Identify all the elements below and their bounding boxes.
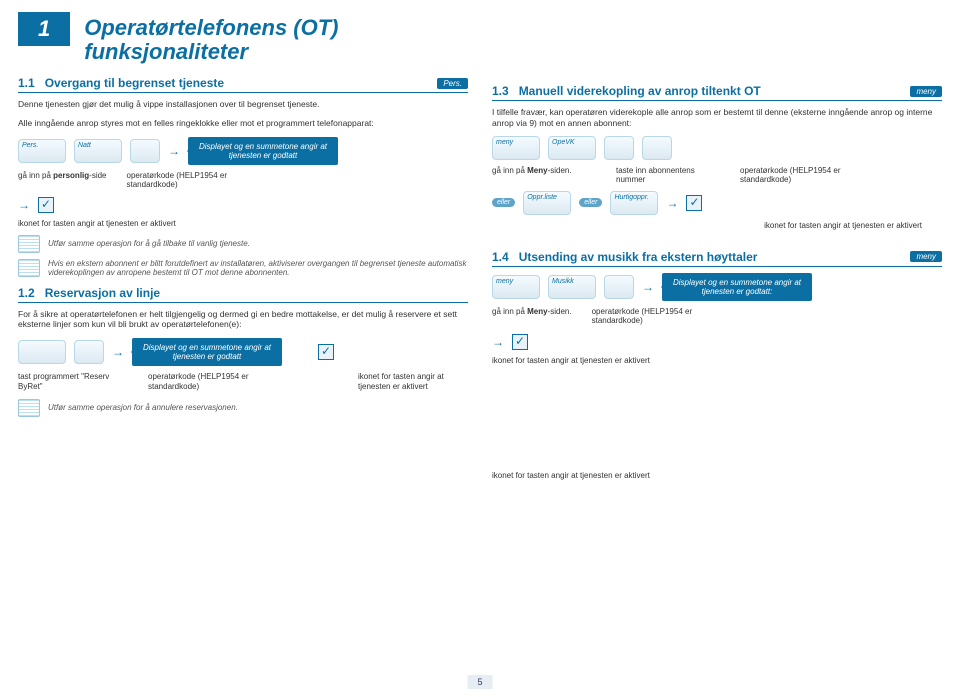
hurtigoppr-key-icon: Hurtigoppr. bbox=[610, 191, 658, 215]
opevk-key-icon: OpeVK bbox=[548, 136, 596, 160]
confirm-flow: → bbox=[18, 197, 468, 213]
section-number: 1.3 bbox=[492, 84, 509, 98]
right-column: 1.3 Manuell viderekopling av anrop tilte… bbox=[492, 12, 942, 486]
check-icon bbox=[512, 334, 528, 350]
section-1-1-header: 1.1 Overgang til begrenset tjeneste Pers… bbox=[18, 76, 468, 93]
alt-flow: eller Oppr.liste eller Hurtigoppr. → bbox=[492, 191, 942, 215]
left-column: 1 Operatørtelefonens (OT) funksjonalitet… bbox=[18, 12, 468, 486]
activated-caption: ikonet for tasten angir at tjenesten er … bbox=[358, 372, 468, 390]
keypad-icon bbox=[604, 136, 634, 160]
step-label: operatørkode (HELP1954 er standardkode) bbox=[592, 307, 702, 325]
or-pill: eller bbox=[492, 198, 515, 207]
step-label: operatørkode (HELP1954 er standardkode) bbox=[148, 372, 258, 390]
section-number: 1.1 bbox=[18, 76, 35, 90]
intro-text: For å sikre at operatørtelefonen er helt… bbox=[18, 309, 468, 330]
step-label: gå inn på Meny-siden. bbox=[492, 307, 572, 325]
meny-key-icon: meny bbox=[492, 136, 540, 160]
confirm-flow: → bbox=[492, 334, 942, 350]
note-repeat: Utfør samme operasjon for å gå tilbake t… bbox=[18, 235, 468, 253]
keypad-icon bbox=[74, 340, 104, 364]
step-label: taste inn abonnentens nummer bbox=[616, 166, 726, 184]
section-number: 1.4 bbox=[492, 250, 509, 264]
arrow-icon: → bbox=[492, 335, 504, 349]
step-label: operatørkode (HELP1954 er standardkode) bbox=[127, 171, 237, 189]
meny-tag: meny bbox=[910, 86, 942, 97]
step-flow: → Displayet og en summetone angir at tje… bbox=[18, 338, 468, 366]
section-title: Overgang til begrenset tjeneste bbox=[45, 76, 438, 90]
keypad-icon bbox=[130, 139, 160, 163]
step-flow: Pers. Natt → Displayet og en summetone a… bbox=[18, 137, 468, 165]
check-icon bbox=[686, 195, 702, 211]
keypad-icon bbox=[604, 275, 634, 299]
section-1-4-header: 1.4 Utsending av musikk fra ekstern høyt… bbox=[492, 250, 942, 267]
note-icon bbox=[18, 235, 40, 253]
or-pill: eller bbox=[579, 198, 602, 207]
note-repeat: Utfør samme operasjon for å annulere res… bbox=[18, 399, 468, 417]
key-icon bbox=[18, 340, 66, 364]
step-label: gå inn på personlig-side bbox=[18, 171, 107, 189]
section-1-2-header: 1.2 Reservasjon av linje bbox=[18, 286, 468, 303]
step-label: gå inn på Meny-siden. bbox=[492, 166, 602, 184]
opprliste-key-icon: Oppr.liste bbox=[523, 191, 571, 215]
activated-caption-r: ikonet for tasten angir at tjenesten er … bbox=[492, 471, 942, 480]
activated-caption: ikonet for tasten angir at tjenesten er … bbox=[18, 219, 468, 228]
page-number: 5 bbox=[467, 675, 492, 689]
musikk-key-icon: Musikk bbox=[548, 275, 596, 299]
section-number: 1.2 bbox=[18, 286, 35, 300]
intro-text-2: Alle inngående anrop styres mot en felle… bbox=[18, 118, 468, 129]
note-icon bbox=[18, 399, 40, 417]
activated-caption: ikonet for tasten angir at tjenesten er … bbox=[492, 221, 922, 230]
check-icon bbox=[318, 344, 334, 360]
section-title: Manuell viderekopling av anrop tiltenkt … bbox=[519, 84, 911, 98]
step-flow: meny Musikk → Displayet og en summetone … bbox=[492, 273, 942, 301]
chapter-header: 1 Operatørtelefonens (OT) funksjonalitet… bbox=[18, 12, 468, 64]
meny-key-icon: meny bbox=[492, 275, 540, 299]
natt-key-icon: Natt bbox=[74, 139, 122, 163]
intro-text: I tilfelle fravær, kan operatøren videre… bbox=[492, 107, 942, 128]
note-icon bbox=[18, 259, 40, 277]
activated-caption: ikonet for tasten angir at tjenesten er … bbox=[492, 356, 942, 365]
note-auto: Hvis en ekstern abonnent er blitt forutd… bbox=[18, 259, 468, 278]
arrow-icon: → bbox=[642, 280, 654, 294]
arrow-icon: → bbox=[112, 345, 124, 359]
section-title: Reservasjon av linje bbox=[45, 286, 468, 300]
section-1-3-header: 1.3 Manuell viderekopling av anrop tilte… bbox=[492, 84, 942, 101]
chapter-number: 1 bbox=[18, 12, 70, 46]
arrow-icon: → bbox=[18, 198, 30, 212]
chapter-title: Operatørtelefonens (OT) funksjonaliteter bbox=[84, 12, 468, 64]
meny-tag: meny bbox=[910, 251, 942, 262]
arrow-icon: → bbox=[168, 144, 180, 158]
step-label: operatørkode (HELP1954 er standardkode) bbox=[740, 166, 850, 184]
callout-accepted: Displayet og en summetone angir at tjene… bbox=[132, 338, 282, 366]
section-title: Utsending av musikk fra ekstern høyttale… bbox=[519, 250, 911, 264]
check-icon bbox=[38, 197, 54, 213]
step-label: tast programmert "Reserv ByRet" bbox=[18, 372, 128, 390]
keypad-icon bbox=[642, 136, 672, 160]
pers-key-icon: Pers. bbox=[18, 139, 66, 163]
pers-tag: Pers. bbox=[437, 78, 468, 89]
callout-accepted: Displayet og en summetone angir at tjene… bbox=[662, 273, 812, 301]
step-flow: meny OpeVK bbox=[492, 136, 942, 160]
intro-text: Denne tjenesten gjør det mulig å vippe i… bbox=[18, 99, 468, 110]
callout-accepted: Displayet og en summetone angir at tjene… bbox=[188, 137, 338, 165]
arrow-icon: → bbox=[666, 196, 678, 210]
